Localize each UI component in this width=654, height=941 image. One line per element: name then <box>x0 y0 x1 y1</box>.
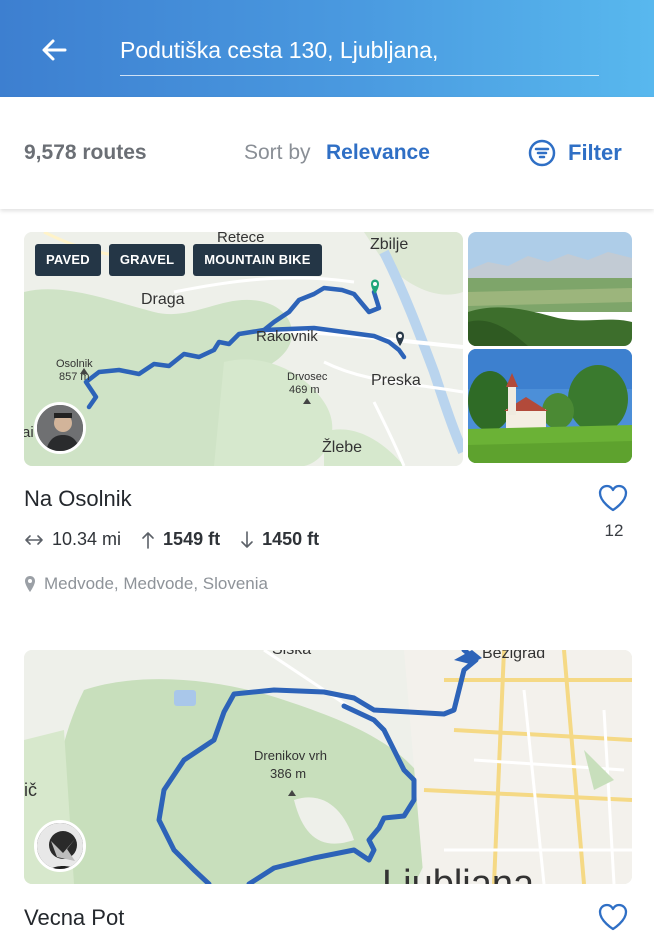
heart-icon <box>598 903 628 931</box>
sort-by-label: Sort by <box>244 141 311 164</box>
map-label-zbilje: Zbilje <box>370 236 408 253</box>
back-button[interactable] <box>32 28 76 72</box>
filter-label: Filter <box>568 140 622 165</box>
route-title[interactable]: Vecna Pot <box>24 905 124 931</box>
map-label-edge: ai <box>24 424 34 441</box>
route-tags: PAVED GRAVEL MOUNTAIN BIKE <box>35 244 322 276</box>
route-location: Medvode, Medvode, Slovenia <box>24 574 268 594</box>
favorite-button[interactable] <box>593 897 633 937</box>
elevation-gain-value: 1549 ft <box>163 529 221 549</box>
author-avatar[interactable] <box>34 402 86 454</box>
app-root: 9,578 routes Sort by Relevance Filter <box>0 0 654 941</box>
elevation-loss-value: 1450 ft <box>262 529 320 549</box>
tag-chip: GRAVEL <box>108 244 186 276</box>
top-app-bar <box>0 0 654 97</box>
elevation-gain-stat: 1549 ft <box>141 529 220 550</box>
filter-icon <box>528 139 556 167</box>
map-label-preska: Preska <box>371 372 421 389</box>
search-field-wrapper <box>120 30 599 76</box>
tag-chip: PAVED <box>35 244 101 276</box>
map-label-drenikov: Drenikov vrh <box>254 748 327 763</box>
arrow-down-icon <box>241 530 253 548</box>
route-photo-1[interactable] <box>468 232 632 346</box>
location-pin-icon <box>25 576 35 592</box>
distance-stat: 10.34 mi <box>24 529 121 550</box>
author-avatar[interactable] <box>34 820 86 872</box>
map-label-ljubljana: Ljubljana <box>382 863 535 884</box>
route-card[interactable]: Šiška Bežigrad Drenikov vrh 386 m ič Lju… <box>24 650 632 941</box>
arrow-left-icon <box>42 39 67 61</box>
distance-arrows-icon <box>25 534 43 545</box>
tag-chip: MOUNTAIN BIKE <box>193 244 322 276</box>
map-label-bezigrad: Bežigrad <box>482 650 545 662</box>
map-label-siska: Šiška <box>272 650 311 658</box>
map-label-edge: ič <box>24 780 37 800</box>
sort-filter-bar: 9,578 routes Sort by Relevance Filter <box>0 97 654 209</box>
route-photo-2[interactable] <box>468 349 632 463</box>
map-label-zlebe: Žlebe <box>322 437 362 456</box>
heart-icon <box>598 484 628 512</box>
location-text: Medvode, Medvode, Slovenia <box>44 574 268 593</box>
likes-count: 12 <box>604 521 624 540</box>
distance-value: 10.34 mi <box>52 529 122 549</box>
map-label-drvosec-elev: 469 m <box>289 384 320 396</box>
map-label-drvosec: Drvosec <box>287 371 328 383</box>
favorite-button[interactable] <box>593 478 633 518</box>
arrow-up-icon <box>142 531 154 549</box>
filter-button[interactable]: Filter <box>528 135 622 171</box>
map-label-draga: Draga <box>141 291 185 308</box>
map-label-osolnik-elev: 857 m <box>59 371 90 383</box>
map-label-osolnik: Osolnik <box>56 358 93 370</box>
map-label-drenikov-elev: 386 m <box>270 766 306 781</box>
route-title[interactable]: Na Osolnik <box>24 486 132 512</box>
elevation-loss-stat: 1450 ft <box>240 529 319 550</box>
routes-count: 9,578 routes <box>24 141 147 164</box>
sort-relevance-button[interactable]: Relevance <box>326 141 430 165</box>
route-map[interactable]: Retece Zbilje Draga Rakovnik Osolnik 857… <box>24 232 463 466</box>
location-search-input[interactable] <box>120 30 599 70</box>
map-label-rakovnik: Rakovnik <box>256 328 318 345</box>
route-card[interactable]: Retece Zbilje Draga Rakovnik Osolnik 857… <box>24 232 632 612</box>
route-map[interactable]: Šiška Bežigrad Drenikov vrh 386 m ič Lju… <box>24 650 632 884</box>
route-stats: 10.34 mi 1549 ft 1450 ft <box>24 529 339 550</box>
